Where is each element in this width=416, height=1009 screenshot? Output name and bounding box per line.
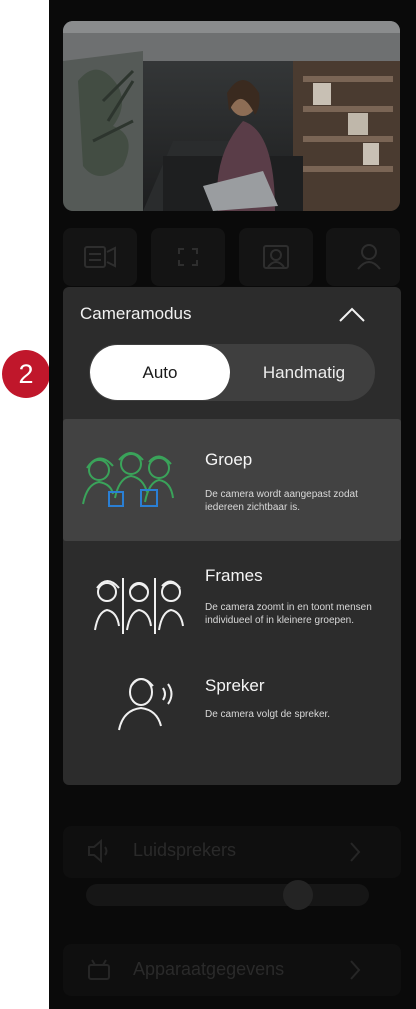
frames-people-icon — [94, 578, 184, 634]
camera-control-panel: Cameramodus Auto Handmatig Groep De came… — [49, 0, 416, 1009]
group-people-icon — [82, 452, 174, 507]
device-info-label: Apparaatgegevens — [133, 959, 285, 979]
device-info-chevron-right-icon — [350, 960, 361, 980]
camera-settings-icon — [84, 246, 116, 268]
person-button[interactable] — [326, 228, 400, 286]
camera-settings-button[interactable] — [63, 228, 137, 286]
mode-title-frames: Frames — [205, 566, 263, 585]
speakers-chevron-right-icon — [350, 842, 361, 862]
mode-description-groep: De camera wordt aangepast zodat iedereen… — [205, 489, 358, 513]
mode-description-spreker: De camera volgt de spreker. — [205, 709, 331, 720]
chevron-up-icon[interactable] — [337, 305, 367, 325]
step-badge: 2 — [2, 350, 50, 398]
volume-slider[interactable] — [86, 884, 369, 906]
mode-title-groep: Groep — [205, 450, 253, 469]
fullscreen-button[interactable] — [151, 228, 225, 286]
speakers-label: Luidsprekers — [133, 840, 237, 860]
mode-title-spreker: Spreker — [205, 676, 265, 695]
presenter-frame-button[interactable] — [239, 228, 313, 286]
fullscreen-icon — [178, 248, 198, 266]
manual-toggle-button[interactable]: Handmatig — [234, 344, 374, 401]
mode-toggle: Auto Handmatig — [89, 344, 375, 401]
speaker-volume-icon — [88, 838, 108, 864]
auto-toggle-button[interactable]: Auto — [90, 345, 230, 400]
presenter-frame-icon — [263, 245, 289, 269]
person-icon — [357, 244, 381, 270]
speaker-person-icon — [118, 678, 173, 731]
camera-mode-title: Cameramodus — [80, 304, 192, 323]
self-view-video — [63, 21, 400, 211]
device-icon — [88, 959, 110, 980]
camera-controls-row — [63, 228, 400, 286]
mode-description-frames: De camera zoomt in en toont mensen indiv… — [205, 602, 372, 626]
